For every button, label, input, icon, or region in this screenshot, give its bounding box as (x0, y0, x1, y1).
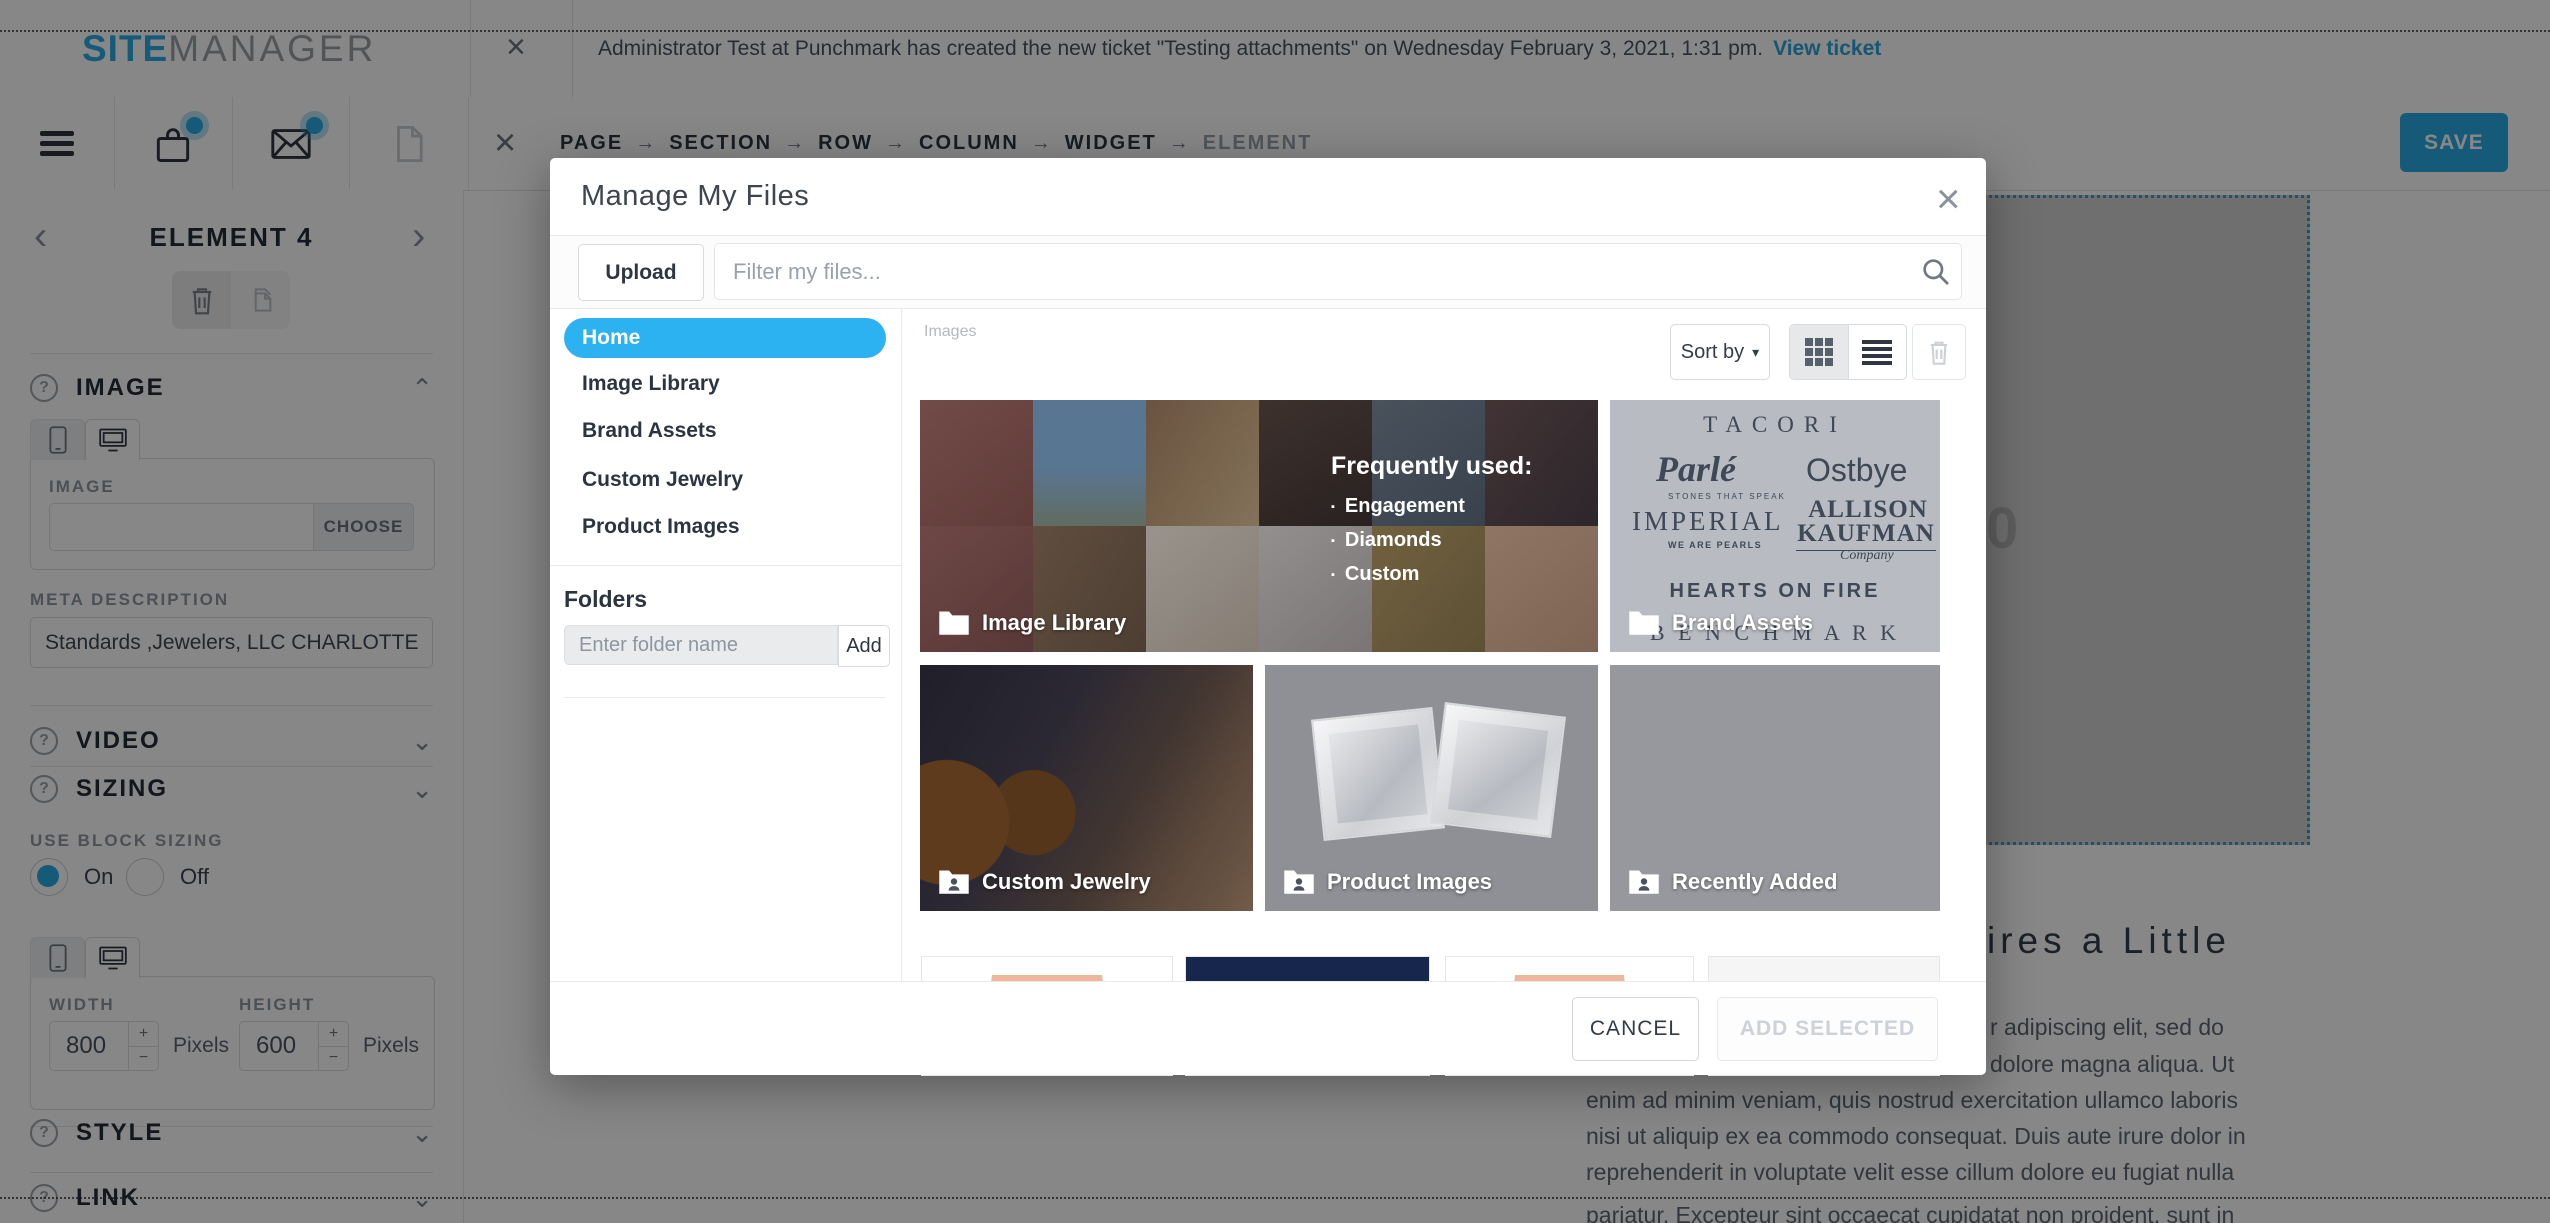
folders-heading: Folders (564, 586, 647, 613)
files-nav-brand-assets[interactable]: Brand Assets (564, 411, 886, 451)
brand-logo-parle: Parlé (1656, 448, 1736, 490)
modal-title: Manage My Files (581, 180, 809, 213)
folder-tile-custom-jewelry[interactable]: Custom Jewelry (920, 665, 1253, 911)
upload-button[interactable]: Upload (578, 244, 704, 301)
view-toggle-group (1789, 324, 1907, 380)
frequently-used-heading: Frequently used: (1331, 452, 1532, 481)
brand-logo-imperial-tagline: WE ARE PEARLS (1668, 540, 1762, 550)
file-tile-grid: Frequently used: ▪ Engagement ▪ Diamonds… (920, 400, 1940, 1000)
tile-label: Brand Assets (1672, 610, 1813, 636)
files-nav-custom-jewelry[interactable]: Custom Jewelry (564, 460, 886, 500)
frequent-item[interactable]: Engagement (1345, 495, 1465, 518)
divider (901, 308, 902, 981)
folder-tile-recently-added[interactable]: Recently Added (1610, 665, 1940, 911)
brand-logo-parle-tagline: STONES THAT SPEAK (1668, 492, 1786, 501)
sort-by-button[interactable]: Sort by ▾ (1670, 324, 1770, 380)
files-nav-image-library[interactable]: Image Library (564, 364, 886, 404)
brand-logo-kaufman: KAUFMAN (1796, 520, 1936, 551)
files-nav-home[interactable]: Home (564, 318, 886, 358)
trash-icon (1926, 338, 1952, 366)
grid-view-button[interactable] (1790, 325, 1848, 379)
add-folder-button[interactable]: Add (838, 625, 890, 667)
frequent-item[interactable]: Diamonds (1345, 529, 1442, 552)
folder-icon (938, 609, 970, 636)
tile-label: Product Images (1327, 869, 1492, 895)
smart-folder-icon (1283, 868, 1315, 895)
folder-icon (1628, 609, 1660, 636)
frequent-item[interactable]: Custom (1345, 563, 1419, 586)
list-view-button[interactable] (1848, 325, 1907, 379)
bullet-icon: ▪ (1331, 535, 1335, 547)
brand-logo-ostbye: Ostbye (1806, 452, 1907, 489)
modal-toolbar: Upload (550, 236, 1986, 309)
divider (564, 697, 886, 698)
folder-tile-image-library[interactable]: Frequently used: ▪ Engagement ▪ Diamonds… (920, 400, 1598, 652)
sort-by-label: Sort by (1681, 341, 1744, 364)
bullet-icon: ▪ (1331, 569, 1335, 581)
list-icon (1862, 337, 1892, 368)
brand-logo-imperial: IMPERIAL (1632, 506, 1784, 537)
diamond-earring-image (1430, 702, 1566, 838)
app-window: SITE MANAGER × Administrator Test at Pun… (0, 0, 2550, 1223)
brand-logo-tacori: TACORI (1610, 412, 1940, 438)
brand-logo-company: Company (1840, 548, 1894, 564)
diamond-earring-image (1311, 707, 1445, 841)
smart-folder-icon (938, 868, 970, 895)
add-selected-button[interactable]: ADD SELECTED (1717, 997, 1938, 1061)
cancel-button[interactable]: CANCEL (1572, 997, 1699, 1061)
tile-label: Recently Added (1672, 869, 1837, 895)
grid-icon (1805, 338, 1833, 366)
frequently-used-list: Frequently used: ▪ Engagement ▪ Diamonds… (1331, 452, 1532, 597)
modal-footer: CANCEL ADD SELECTED (550, 981, 1986, 1075)
tile-label: Custom Jewelry (982, 869, 1151, 895)
filter-files-input[interactable] (714, 243, 1962, 300)
manage-files-modal: Manage My Files × Upload Home Image Libr… (550, 158, 1986, 1074)
folder-tile-product-images[interactable]: Product Images (1265, 665, 1598, 911)
content-breadcrumb: Images (924, 323, 976, 341)
bullet-icon: ▪ (1331, 501, 1335, 513)
new-folder-name-input[interactable] (564, 625, 838, 665)
caret-down-icon: ▾ (1752, 344, 1759, 361)
folder-tile-brand-assets[interactable]: TACORI Parlé STONES THAT SPEAK Ostbye IM… (1610, 400, 1940, 652)
search-icon[interactable] (1920, 256, 1952, 288)
files-nav-product-images[interactable]: Product Images (564, 507, 886, 547)
modal-close-icon[interactable]: × (1936, 178, 1961, 220)
brand-logo-hearts-on-fire: HEARTS ON FIRE (1610, 580, 1940, 603)
delete-files-button[interactable] (1912, 324, 1966, 380)
smart-folder-icon (1628, 868, 1660, 895)
divider (550, 565, 901, 566)
tile-label: Image Library (982, 610, 1126, 636)
